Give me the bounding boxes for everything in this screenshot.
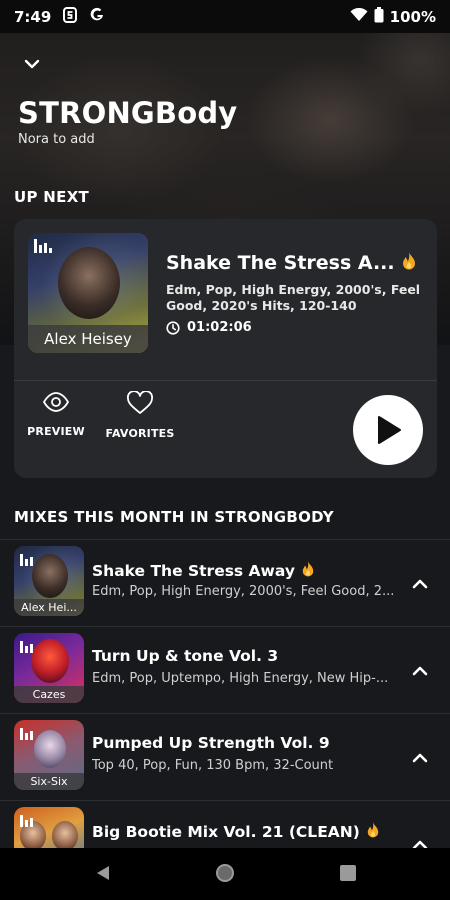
mix-title-row: Turn Up & tone Vol. 3 — [92, 647, 278, 665]
flame-icon — [401, 251, 417, 275]
mix-tags: Top 40, Pop, Fun, 130 Bpm, 32-Count — [92, 758, 334, 773]
play-icon — [378, 416, 401, 444]
google-icon — [89, 7, 105, 27]
page-subtitle: Nora to add — [18, 132, 95, 147]
flame-icon — [301, 560, 315, 582]
card-divider — [14, 380, 437, 381]
system-nav-bar — [0, 848, 450, 900]
back-triangle-icon — [97, 866, 109, 880]
preview-button[interactable]: PREVIEW — [14, 391, 98, 440]
mix-artwork: Alex Hei... — [14, 546, 84, 616]
artwork-artist-caption: Alex Heisey — [28, 325, 148, 353]
brand-logo-icon — [34, 239, 52, 253]
mixes-list: Alex Hei... Shake The Stress Away Edm, P… — [0, 539, 450, 887]
chevron-up-icon[interactable] — [410, 661, 430, 681]
eye-icon — [42, 392, 70, 412]
battery-level: 100% — [389, 7, 436, 26]
chevron-down-icon — [24, 59, 40, 69]
back-button[interactable] — [88, 858, 118, 888]
mix-tags: Edm, Pop, Uptempo, High Energy, New Hip-… — [92, 671, 389, 686]
up-next-duration-row: 01:02:06 — [166, 320, 252, 335]
list-item[interactable]: Alex Hei... Shake The Stress Away Edm, P… — [0, 539, 450, 626]
list-item[interactable]: Six-Six Pumped Up Strength Vol. 9 Top 40… — [0, 713, 450, 800]
chevron-up-icon[interactable] — [410, 748, 430, 768]
up-next-title-row: Shake The Stress A... — [166, 251, 417, 275]
play-button[interactable] — [353, 395, 423, 465]
status-time: 7:49 — [14, 7, 52, 26]
battery-icon — [374, 6, 384, 27]
flame-icon — [366, 821, 380, 843]
mix-title: Pumped Up Strength Vol. 9 — [92, 734, 330, 752]
recents-button[interactable] — [333, 858, 363, 888]
mix-title-row: Big Bootie Mix Vol. 21 (CLEAN) — [92, 821, 380, 843]
up-next-artwork[interactable]: Alex Heisey — [28, 233, 148, 353]
heart-icon — [127, 391, 153, 414]
up-next-heading: UP NEXT — [14, 188, 90, 206]
up-next-card[interactable]: Alex Heisey Shake The Stress A... Edm, P… — [14, 219, 437, 478]
mix-artwork: Six-Six — [14, 720, 84, 790]
collapse-button[interactable] — [18, 52, 46, 76]
mix-title-row: Pumped Up Strength Vol. 9 — [92, 734, 330, 752]
mix-artist-caption: Six-Six — [14, 773, 84, 790]
favorites-button[interactable]: FAVORITES — [98, 391, 182, 440]
recents-square-icon — [340, 865, 356, 881]
brand-logo-icon — [20, 552, 38, 566]
wifi-icon — [350, 7, 368, 26]
clock-icon — [166, 320, 180, 335]
list-item[interactable]: Cazes Turn Up & tone Vol. 3 Edm, Pop, Up… — [0, 626, 450, 713]
favorites-label: FAVORITES — [105, 427, 175, 440]
status-bar: 7:49 100% — [0, 0, 450, 33]
mix-title-row: Shake The Stress Away — [92, 560, 315, 582]
mix-artwork: Cazes — [14, 633, 84, 703]
s-notification-icon — [63, 6, 78, 27]
mix-title: Turn Up & tone Vol. 3 — [92, 647, 279, 665]
up-next-duration: 01:02:06 — [187, 320, 252, 335]
up-next-title: Shake The Stress A... — [166, 252, 395, 274]
brand-logo-icon — [20, 639, 38, 653]
mix-title: Big Bootie Mix Vol. 21 (CLEAN) — [92, 823, 360, 841]
page-title: STRONGBody — [18, 96, 238, 130]
preview-label: PREVIEW — [27, 425, 85, 438]
brand-logo-icon — [20, 726, 38, 740]
mix-tags: Edm, Pop, High Energy, 2000's, Feel Good… — [92, 584, 395, 599]
up-next-tags: Edm, Pop, High Energy, 2000's, Feel Good… — [166, 282, 421, 313]
home-button[interactable] — [210, 858, 240, 888]
home-circle-icon — [216, 864, 234, 882]
brand-logo-icon — [20, 813, 38, 827]
card-actions: PREVIEW FAVORITES — [14, 391, 182, 440]
mix-artist-caption: Cazes — [14, 686, 84, 703]
mix-title: Shake The Stress Away — [92, 562, 295, 580]
artist-photo — [58, 247, 120, 319]
mixes-heading: MIXES THIS MONTH IN STRONGBODY — [14, 508, 334, 526]
chevron-up-icon[interactable] — [410, 574, 430, 594]
mix-artist-caption: Alex Hei... — [14, 599, 84, 616]
